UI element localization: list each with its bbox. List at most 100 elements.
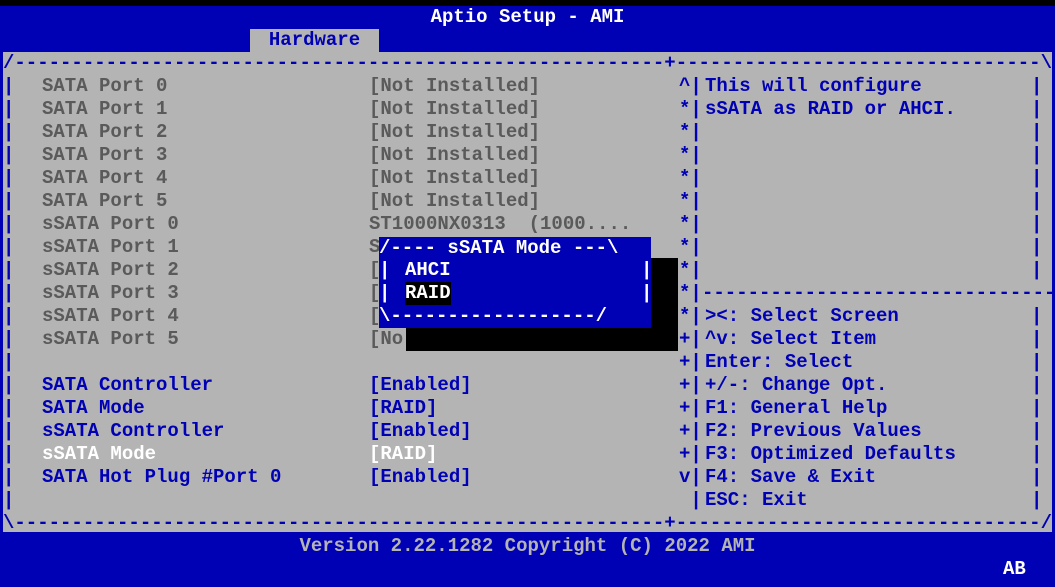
- setting-label-sata-port-0: SATA Port 0: [42, 75, 168, 97]
- frame-border: |: [3, 98, 15, 120]
- scroll-indicator: *|: [679, 305, 702, 327]
- frame-top: /---------------------------------------…: [3, 52, 1052, 74]
- frame-border: |: [1031, 75, 1043, 97]
- app-title: Aptio Setup - AMI: [430, 6, 625, 28]
- key-hint: F2: Previous Values: [705, 420, 922, 442]
- setting-value-ssata-mode[interactable]: [RAID]: [369, 443, 437, 466]
- key-hint: F4: Save & Exit: [705, 466, 877, 488]
- setting-label-sata-port-2: SATA Port 2: [42, 121, 168, 143]
- scroll-indicator: +|: [679, 397, 702, 419]
- frame-border: |: [1031, 397, 1043, 419]
- scroll-indicator: *|: [679, 213, 702, 235]
- scroll-indicator: *|: [679, 167, 702, 189]
- setting-value-ssata-controller[interactable]: [Enabled]: [369, 420, 472, 443]
- key-hint: ><: Select Screen: [705, 305, 899, 327]
- scroll-indicator: +|: [679, 420, 702, 442]
- scroll-indicator: +|: [679, 443, 702, 465]
- setting-value-sata-port-4: [Not Installed]: [369, 167, 541, 189]
- popup-bottom: \------------------/: [379, 305, 608, 327]
- key-hint: F1: General Help: [705, 397, 888, 419]
- popup-option-raid[interactable]: RAID: [405, 282, 451, 305]
- frame-border: |: [1031, 374, 1043, 396]
- frame-border: |: [1031, 305, 1043, 327]
- setting-value-sata-port-5: [Not Installed]: [369, 190, 541, 212]
- setting-label-sata-mode[interactable]: SATA Mode: [42, 397, 145, 420]
- frame-border: |: [3, 351, 15, 373]
- frame-border: |: [3, 259, 15, 281]
- scroll-indicator: *|: [679, 282, 702, 304]
- help-divider: ---------------------------------: [702, 282, 1055, 304]
- scroll-indicator: +|: [679, 374, 702, 396]
- frame-border: |: [3, 443, 15, 465]
- setting-label-sata-hot-plug-port-0[interactable]: SATA Hot Plug #Port 0: [42, 466, 281, 489]
- frame-border: |: [1031, 190, 1043, 212]
- frame-border: |: [1031, 144, 1043, 166]
- key-hint: ^v: Select Item: [705, 328, 877, 350]
- setting-label-sata-port-1: SATA Port 1: [42, 98, 168, 120]
- ssata-mode-popup: /---- sSATA Mode ---\ | | | | AHCI RAID …: [379, 237, 653, 328]
- frame-border: |: [3, 489, 15, 511]
- frame-border: |: [1031, 351, 1043, 373]
- key-hint: Enter: Select: [705, 351, 854, 373]
- frame-border: |: [1031, 236, 1043, 258]
- popup-border: |: [641, 259, 653, 281]
- scroll-indicator: *|: [679, 98, 702, 120]
- key-hint: ESC: Exit: [705, 489, 808, 511]
- frame-border: |: [1031, 213, 1043, 235]
- key-hint: F3: Optimized Defaults: [705, 443, 956, 465]
- popup-title: /---- sSATA Mode ---\: [379, 237, 619, 259]
- scroll-indicator: +|: [679, 351, 702, 373]
- setting-value-sata-port-2: [Not Installed]: [369, 121, 541, 143]
- frame-border: |: [3, 75, 15, 97]
- frame-border: |: [1031, 167, 1043, 189]
- setting-value-sata-mode[interactable]: [RAID]: [369, 397, 437, 420]
- frame-border: |: [3, 121, 15, 143]
- help-text: This will configure: [705, 75, 922, 97]
- frame-border: |: [3, 397, 15, 419]
- setting-value-sata-controller[interactable]: [Enabled]: [369, 374, 472, 397]
- frame-border: |: [3, 167, 15, 189]
- setting-label-ssata-mode[interactable]: sSATA Mode: [42, 443, 156, 466]
- frame-border: |: [3, 144, 15, 166]
- frame-border: |: [3, 190, 15, 212]
- setting-value-ssata-port-0: ST1000NX0313 (1000....: [369, 213, 632, 235]
- popup-shadow: [406, 328, 678, 351]
- scroll-indicator: *|: [679, 236, 702, 258]
- frame-border: |: [1031, 420, 1043, 442]
- frame-border: |: [1031, 98, 1043, 120]
- scroll-indicator: *|: [679, 259, 702, 281]
- popup-option-ahci[interactable]: AHCI: [405, 259, 451, 282]
- scroll-indicator: *|: [679, 144, 702, 166]
- frame-border: |: [3, 305, 15, 327]
- scroll-indicator: +|: [679, 328, 702, 350]
- frame-border: |: [3, 213, 15, 235]
- setting-label-sata-port-3: SATA Port 3: [42, 144, 168, 166]
- setting-label-sata-port-4: SATA Port 4: [42, 167, 168, 189]
- frame-border: |: [1031, 259, 1043, 281]
- help-text: sSATA as RAID or AHCI.: [705, 98, 956, 120]
- setting-value-sata-port-3: [Not Installed]: [369, 144, 541, 166]
- ab-badge: AB: [1003, 558, 1026, 580]
- scroll-indicator: *|: [679, 190, 702, 212]
- setting-value-sata-port-1: [Not Installed]: [369, 98, 541, 120]
- frame-border: |: [1031, 466, 1043, 488]
- popup-border: |: [641, 282, 653, 304]
- setting-label-sata-port-5: SATA Port 5: [42, 190, 168, 212]
- setting-label-ssata-port-0: sSATA Port 0: [42, 213, 179, 235]
- setting-label-sata-controller[interactable]: SATA Controller: [42, 374, 213, 397]
- frame-border: |: [3, 466, 15, 488]
- setting-label-ssata-port-3: sSATA Port 3: [42, 282, 179, 304]
- setting-label-ssata-controller[interactable]: sSATA Controller: [42, 420, 224, 443]
- setting-label-ssata-port-5: sSATA Port 5: [42, 328, 179, 350]
- frame-border: |: [3, 282, 15, 304]
- tab-hardware[interactable]: Hardware: [250, 29, 379, 52]
- frame-border: |: [3, 328, 15, 350]
- frame-bottom: \---------------------------------------…: [3, 512, 1052, 534]
- frame-border: |: [3, 420, 15, 442]
- version-footer: Version 2.22.1282 Copyright (C) 2022 AMI: [299, 535, 756, 557]
- setting-label-ssata-port-4: sSATA Port 4: [42, 305, 179, 327]
- setting-value-sata-port-0: [Not Installed]: [369, 75, 541, 97]
- scroll-indicator: *|: [679, 121, 702, 143]
- frame-border: |: [3, 236, 15, 258]
- setting-value-sata-hot-plug-port-0[interactable]: [Enabled]: [369, 466, 472, 489]
